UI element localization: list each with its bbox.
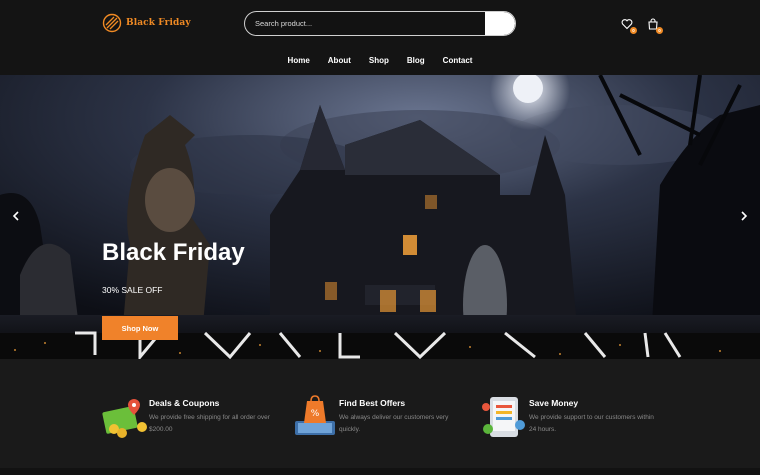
site-header: Black Friday 0 0 Home About Shop Blog Co…	[0, 0, 760, 75]
search-bar	[244, 11, 516, 36]
feature-description: We provide free shipping for all order o…	[149, 414, 270, 433]
feature-deals: Deals & Coupons We provide free shipping…	[102, 395, 302, 445]
cart-button[interactable]: 0	[647, 17, 663, 34]
feature-description: We always deliver our customers very qui…	[339, 414, 449, 433]
logo[interactable]: Black Friday	[102, 13, 191, 33]
shop-now-button[interactable]: Shop Now	[102, 316, 178, 340]
slider-next-arrow[interactable]	[740, 211, 748, 224]
nav-contact[interactable]: Contact	[443, 56, 473, 65]
cart-count-badge: 0	[656, 27, 663, 34]
wishlist-count-badge: 0	[630, 27, 637, 34]
chevron-right-icon	[741, 211, 748, 221]
logo-text: Black Friday	[126, 18, 191, 28]
nav-home[interactable]: Home	[288, 56, 310, 65]
logo-icon	[102, 13, 122, 33]
feature-save: Save Money We provide support to our cus…	[482, 395, 682, 445]
feature-description: We provide support to our customers with…	[529, 414, 654, 433]
nav-about[interactable]: About	[328, 56, 351, 65]
offers-icon: %	[295, 395, 335, 435]
hero-slider: Black Friday 30% SALE OFF Shop Now	[0, 75, 760, 359]
hero-subtitle: 30% SALE OFF	[102, 285, 163, 295]
features-section: Deals & Coupons We provide free shipping…	[0, 359, 760, 475]
main-nav: Home About Shop Blog Contact	[0, 56, 760, 65]
section-divider	[0, 468, 760, 475]
feature-offers: % Find Best Offers We always deliver our…	[292, 395, 492, 445]
coupon-icon	[102, 399, 147, 438]
wishlist-button[interactable]: 0	[621, 17, 637, 34]
feature-title: Save Money	[529, 398, 579, 408]
nav-blog[interactable]: Blog	[407, 56, 425, 65]
slider-prev-arrow[interactable]	[12, 211, 20, 224]
search-button[interactable]	[485, 12, 515, 35]
search-input[interactable]	[245, 12, 487, 35]
chevron-left-icon	[12, 211, 19, 221]
feature-title: Find Best Offers	[339, 398, 406, 408]
save-money-icon	[482, 397, 525, 437]
svg-text:%: %	[311, 409, 320, 419]
feature-title: Deals & Coupons	[149, 398, 220, 408]
hero-title: Black Friday	[102, 239, 245, 266]
nav-shop[interactable]: Shop	[369, 56, 389, 65]
